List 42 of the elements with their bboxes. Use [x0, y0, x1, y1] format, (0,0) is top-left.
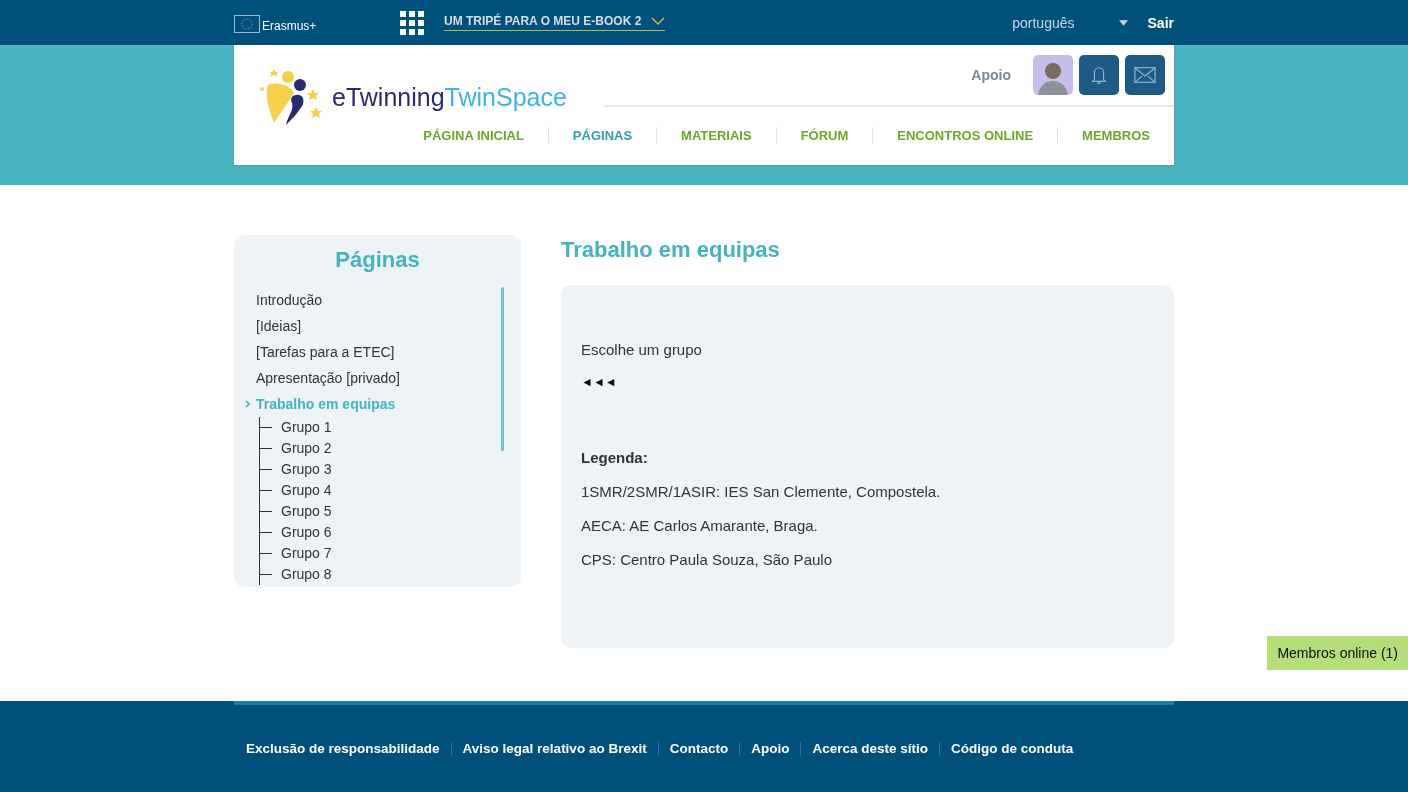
- sidebar-subitem[interactable]: Grupo 7: [260, 543, 332, 564]
- sidebar-subitem[interactable]: Grupo 3: [260, 459, 332, 480]
- sidebar-item[interactable]: Apresentação [privado]: [256, 365, 400, 391]
- legend-text: CPS: Centro Paula Souza, São Paulo: [581, 551, 832, 568]
- footer-link[interactable]: Exclusão de responsabilidade: [246, 741, 440, 756]
- logout-link[interactable]: Sair: [1147, 14, 1174, 31]
- legend-title: Legenda:: [581, 449, 648, 466]
- sidebar-subitem[interactable]: Grupo 8: [260, 564, 332, 585]
- prompt-text: Escolhe um grupo: [581, 341, 702, 358]
- scrollbar[interactable]: [501, 287, 504, 451]
- messages-button[interactable]: [1125, 55, 1165, 95]
- sidebar-subitem[interactable]: Grupo 2: [260, 438, 332, 459]
- envelope-icon: [1134, 65, 1156, 85]
- sidebar-subitem[interactable]: Grupo 4: [260, 480, 332, 501]
- sidebar-subitem[interactable]: Grupo 5: [260, 501, 332, 522]
- support-link[interactable]: Apoio: [971, 67, 1011, 83]
- sidebar-subitem[interactable]: Grupo 1: [260, 417, 332, 438]
- project-selector[interactable]: UM TRIPÉ PARA O MEU E-BOOK 2: [444, 14, 666, 31]
- footer-link[interactable]: Apoio: [751, 741, 790, 756]
- footer-link[interactable]: Contacto: [669, 741, 729, 756]
- user-avatar[interactable]: [1033, 55, 1073, 95]
- footer-link[interactable]: Código de conduta: [950, 741, 1074, 756]
- sidebar-item[interactable]: [Ideias]: [256, 313, 302, 339]
- chevron-icon: [245, 400, 251, 408]
- caret-icon: [1118, 19, 1128, 26]
- notifications-button[interactable]: [1079, 55, 1119, 95]
- page-title: Trabalho em equipas: [561, 237, 781, 263]
- sidebar-item[interactable]: [Tarefas para a ETEC]: [256, 339, 395, 365]
- online-members-button[interactable]: Membros online (1): [1267, 636, 1408, 670]
- footer-link[interactable]: Acerca deste sítio: [812, 741, 928, 756]
- erasmus-label: Erasmus+: [262, 18, 317, 33]
- sidebar-title: Páginas: [334, 247, 421, 273]
- chevron-icon: [651, 17, 666, 25]
- sidebar-subitem[interactable]: Grupo 6: [260, 522, 332, 543]
- sidebar-item[interactable]: Introdução: [256, 287, 323, 313]
- footer-link[interactable]: Aviso legal relativo ao Brexit: [462, 741, 647, 756]
- apps-grid-icon[interactable]: [400, 10, 424, 35]
- arrows-text: ◄◄◄: [581, 375, 617, 389]
- legend-text: 1SMR/2SMR/1ASIR: IES San Clemente, Compostela.: [581, 483, 941, 500]
- eu-flag-icon: [234, 14, 260, 33]
- language-selector[interactable]: português: [1012, 14, 1128, 31]
- legend-text: AECA: AE Carlos Amarante, Braga.: [581, 517, 818, 534]
